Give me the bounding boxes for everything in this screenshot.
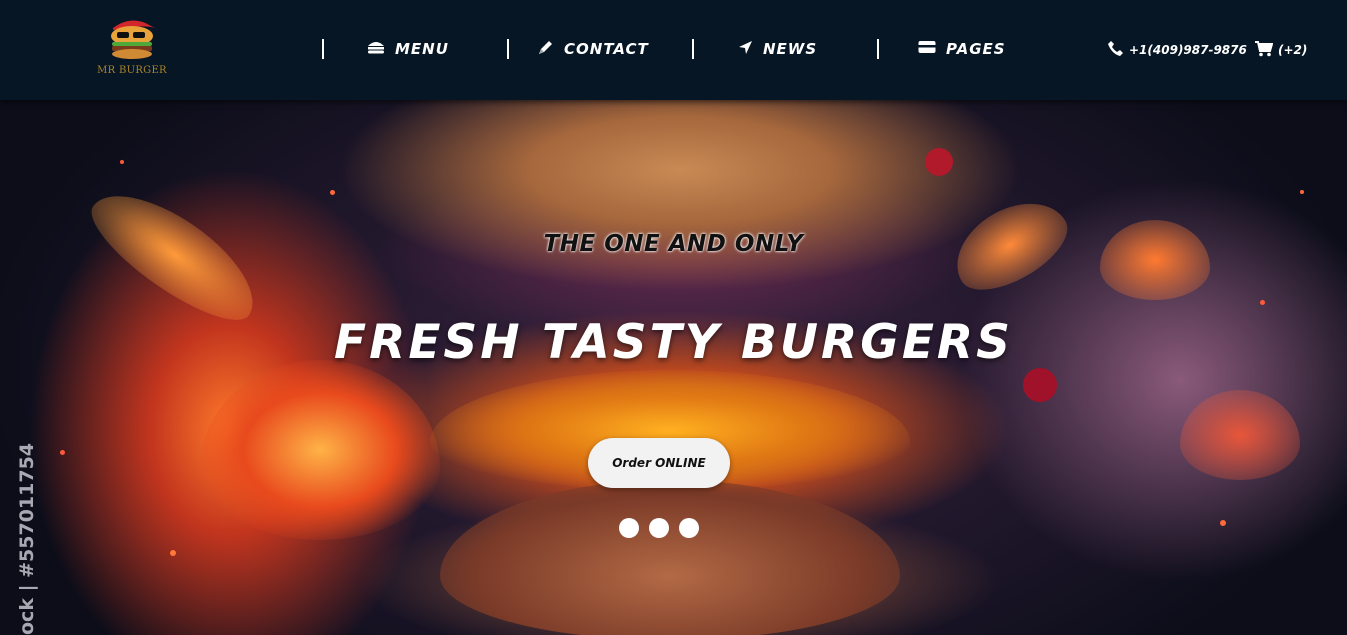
nav-divider bbox=[322, 39, 324, 59]
nav-menu-link[interactable]: MENU bbox=[367, 38, 449, 60]
nav-news-label: NEWS bbox=[763, 40, 818, 58]
hero-banner: ock | #557011754 THE ONE AND ONLY FRESH … bbox=[0, 100, 1347, 635]
phone-link[interactable]: +1(409)987-9876 bbox=[1107, 40, 1247, 60]
nav-contact-label: CONTACT bbox=[564, 40, 649, 58]
burger-mascot-icon bbox=[111, 20, 155, 59]
nav-divider bbox=[877, 39, 879, 59]
carousel-indicators bbox=[619, 518, 699, 538]
hamburger-icon bbox=[367, 39, 385, 59]
card-icon bbox=[918, 40, 936, 58]
phone-number: +1(409)987-9876 bbox=[1129, 43, 1247, 57]
cart-link[interactable]: (+2) bbox=[1254, 40, 1307, 60]
hero-title: FRESH TASTY BURGERS bbox=[334, 315, 1013, 370]
carousel-dot-1[interactable] bbox=[619, 518, 639, 538]
nav-news-link[interactable]: NEWS bbox=[738, 38, 817, 60]
stock-watermark-text: ock | #557011754 bbox=[16, 442, 38, 635]
stock-watermark: ock | #557011754 bbox=[8, 443, 48, 635]
nav-pages-label: PAGES bbox=[946, 40, 1006, 58]
brand-logo[interactable]: MR BURGER bbox=[92, 14, 172, 80]
cart-count: (+2) bbox=[1278, 43, 1308, 57]
pen-icon bbox=[537, 39, 554, 60]
nav-divider bbox=[692, 39, 694, 59]
hero-tagline: THE ONE AND ONLY bbox=[543, 231, 804, 257]
nav-contact-link[interactable]: CONTACT bbox=[537, 38, 649, 60]
carousel-dot-3[interactable] bbox=[679, 518, 699, 538]
carousel-dot-2[interactable] bbox=[649, 518, 669, 538]
cart-icon bbox=[1254, 40, 1274, 60]
nav-menu-label: MENU bbox=[395, 40, 449, 58]
order-online-button[interactable]: Order ONLINE bbox=[588, 438, 730, 488]
phone-icon bbox=[1107, 40, 1124, 60]
brand-logo-text: MR BURGER bbox=[97, 65, 167, 76]
navbar: MR BURGER MENU CONTACT NEWS PAGES +1(409… bbox=[0, 0, 1347, 100]
nav-divider bbox=[507, 39, 509, 59]
location-arrow-icon bbox=[738, 40, 753, 59]
nav-pages-link[interactable]: PAGES bbox=[918, 38, 1006, 60]
